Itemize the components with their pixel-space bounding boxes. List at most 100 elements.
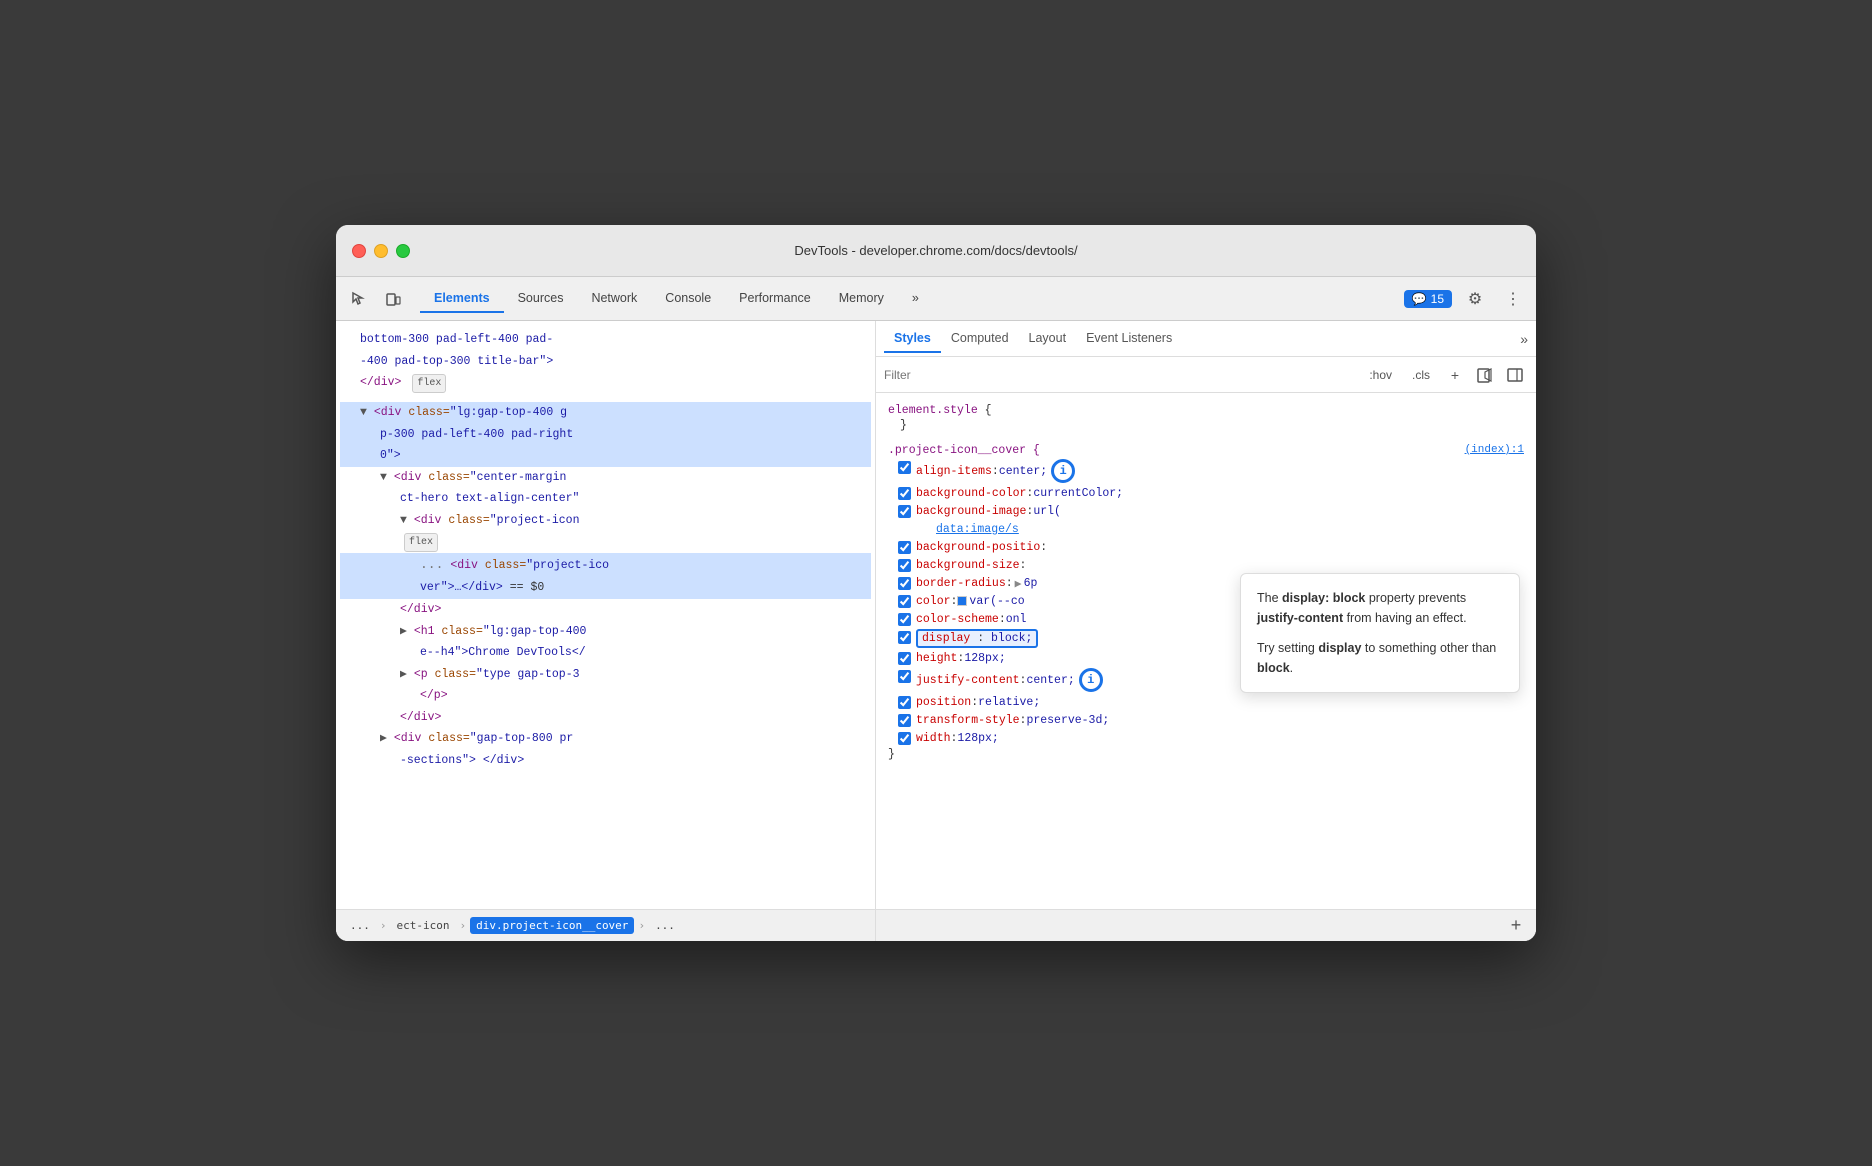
- flex-badge-2[interactable]: flex: [404, 533, 438, 552]
- tab-elements[interactable]: Elements: [420, 285, 504, 313]
- spacer: [340, 394, 871, 402]
- html-line: -400 pad-top-300 title-bar">: [340, 351, 871, 373]
- prop-checkbox-color[interactable]: [898, 595, 911, 608]
- prop-checkbox-bg-image[interactable]: [898, 505, 911, 518]
- prop-width: width : 128px;: [888, 729, 1524, 747]
- toolbar-icons: [344, 284, 408, 314]
- prop-checkbox-border-radius[interactable]: [898, 577, 911, 590]
- hov-button[interactable]: :hov: [1361, 366, 1400, 384]
- styles-content[interactable]: element.style { } .project-icon__cover {…: [876, 393, 1536, 909]
- prop-checkbox-position[interactable]: [898, 696, 911, 709]
- info-icon-align-items[interactable]: i: [1051, 459, 1075, 483]
- styles-tab-event-listeners[interactable]: Event Listeners: [1076, 325, 1182, 353]
- add-style-rule-button[interactable]: +: [1442, 362, 1468, 388]
- tab-sources[interactable]: Sources: [504, 285, 578, 313]
- tab-network[interactable]: Network: [577, 285, 651, 313]
- traffic-lights: [352, 244, 410, 258]
- tab-more[interactable]: »: [898, 285, 933, 313]
- prop-background-position: background-positio :: [888, 538, 1524, 556]
- styles-bottom-bar: +: [876, 909, 1536, 941]
- prop-checkbox-color-scheme[interactable]: [898, 613, 911, 626]
- html-line-selected: 0">: [340, 445, 871, 467]
- prop-checkbox-bg-color[interactable]: [898, 487, 911, 500]
- styles-tabs: Styles Computed Layout Event Listeners »: [876, 321, 1536, 357]
- display-block-tooltip: The display: block property prevents jus…: [1240, 573, 1520, 693]
- html-line-cover: ver">…</div> == $0: [340, 577, 871, 599]
- style-origin[interactable]: (index):1: [1465, 444, 1524, 456]
- html-line: bottom-300 pad-left-400 pad-: [340, 329, 871, 351]
- html-line-dots: ... <div class="project-ico: [340, 553, 871, 577]
- toolbar-right: 💬 15 ⚙ ⋮: [1404, 284, 1528, 314]
- html-line: </p>: [340, 685, 871, 707]
- html-line: flex: [340, 531, 871, 553]
- notification-count: 15: [1431, 292, 1444, 306]
- flex-badge[interactable]: flex: [412, 374, 446, 393]
- data-image-link[interactable]: data:image/s: [936, 523, 1019, 536]
- prop-checkbox-width[interactable]: [898, 732, 911, 745]
- prop-checkbox-bg-position[interactable]: [898, 541, 911, 554]
- menu-button[interactable]: ⋮: [1498, 284, 1528, 314]
- breadcrumb-dots[interactable]: ...: [344, 917, 376, 934]
- display-block-value: display : block;: [916, 629, 1038, 648]
- filter-input[interactable]: [884, 368, 1353, 382]
- styles-more-tabs[interactable]: »: [1520, 331, 1528, 347]
- maximize-button[interactable]: [396, 244, 410, 258]
- prop-position: position : relative;: [888, 693, 1524, 711]
- styles-panel: Styles Computed Layout Event Listeners »…: [876, 321, 1536, 941]
- prop-checkbox-align-items[interactable]: [898, 461, 911, 474]
- tab-performance[interactable]: Performance: [725, 285, 825, 313]
- new-style-sheet-button[interactable]: [1472, 362, 1498, 388]
- prop-align-items: align-items : center; i: [888, 458, 1524, 484]
- prop-checkbox-transform-style[interactable]: [898, 714, 911, 727]
- breadcrumb-ect-icon[interactable]: ect-icon: [391, 917, 456, 934]
- breadcrumb-active[interactable]: div.project-icon__cover: [470, 917, 634, 934]
- html-line: ct-hero text-align-center": [340, 488, 871, 510]
- prop-transform-style: transform-style : preserve-3d;: [888, 711, 1524, 729]
- breadcrumb-end-dots[interactable]: ...: [649, 917, 681, 934]
- cls-button[interactable]: .cls: [1404, 366, 1438, 384]
- project-icon-cover-selector: .project-icon__cover {: [888, 444, 1040, 457]
- html-line-selected: ▼ <div class="lg:gap-top-400 g: [340, 402, 871, 424]
- html-line: </div>: [340, 707, 871, 729]
- color-swatch[interactable]: [957, 596, 967, 606]
- tab-console[interactable]: Console: [651, 285, 725, 313]
- title-bar: DevTools - developer.chrome.com/docs/dev…: [336, 225, 1536, 277]
- styles-tab-computed[interactable]: Computed: [941, 325, 1019, 353]
- styles-tab-layout[interactable]: Layout: [1019, 325, 1077, 353]
- filter-actions: :hov .cls +: [1361, 362, 1528, 388]
- prop-checkbox-justify-content[interactable]: [898, 670, 911, 683]
- html-line: ▼ <div class="center-margin: [340, 467, 871, 489]
- window-title: DevTools - developer.chrome.com/docs/dev…: [794, 243, 1077, 258]
- html-line-selected: p-300 pad-left-400 pad-right: [340, 424, 871, 446]
- html-line: -sections"> </div>: [340, 750, 871, 772]
- devtools-main: bottom-300 pad-left-400 pad- -400 pad-to…: [336, 321, 1536, 941]
- notification-icon: 💬: [1412, 292, 1427, 306]
- elements-content[interactable]: bottom-300 pad-left-400 pad- -400 pad-to…: [336, 321, 875, 909]
- devtools-window: DevTools - developer.chrome.com/docs/dev…: [336, 225, 1536, 941]
- prop-checkbox-bg-size[interactable]: [898, 559, 911, 572]
- minimize-button[interactable]: [374, 244, 388, 258]
- prop-checkbox-height[interactable]: [898, 652, 911, 665]
- styles-tab-styles[interactable]: Styles: [884, 325, 941, 353]
- add-style-button[interactable]: +: [1504, 914, 1528, 938]
- tab-memory[interactable]: Memory: [825, 285, 898, 313]
- inspect-button[interactable]: [344, 284, 374, 314]
- elements-panel: bottom-300 pad-left-400 pad- -400 pad-to…: [336, 321, 876, 941]
- info-icon-justify-content[interactable]: i: [1079, 668, 1103, 692]
- close-button[interactable]: [352, 244, 366, 258]
- settings-button[interactable]: ⚙: [1460, 284, 1490, 314]
- toggle-sidebar-button[interactable]: [1502, 362, 1528, 388]
- element-style-selector: element.style: [888, 404, 978, 417]
- filter-bar: :hov .cls +: [876, 357, 1536, 393]
- html-line: </div> flex: [340, 372, 871, 394]
- html-line: ▶ <div class="gap-top-800 pr: [340, 728, 871, 750]
- html-line: ▶ <h1 class="lg:gap-top-400: [340, 621, 871, 643]
- toolbar-tabs: Elements Sources Network Console Perform…: [420, 285, 1404, 313]
- prop-checkbox-display[interactable]: [898, 631, 911, 644]
- device-toggle-button[interactable]: [378, 284, 408, 314]
- devtools-toolbar: Elements Sources Network Console Perform…: [336, 277, 1536, 321]
- html-line: </div>: [340, 599, 871, 621]
- prop-bg-image-value: data:image/s: [888, 520, 1524, 538]
- prop-background-color: background-color : currentColor;: [888, 484, 1524, 502]
- notification-badge[interactable]: 💬 15: [1404, 290, 1452, 308]
